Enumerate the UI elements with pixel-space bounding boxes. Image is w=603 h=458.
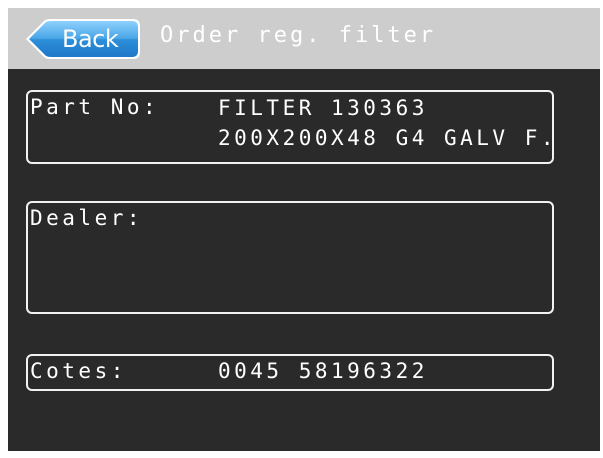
part-number-label: Part No: — [30, 95, 160, 119]
dealer-label: Dealer: — [30, 206, 144, 230]
back-button-label: Back — [62, 25, 119, 53]
dealer-field[interactable]: Dealer: — [26, 201, 554, 314]
part-number-value-line1: FILTER 130363 — [218, 96, 428, 120]
cotes-field: Cotes: 0045 58196322 — [26, 354, 554, 391]
cotes-label: Cotes: — [30, 359, 127, 383]
device-screen: Back Order reg. filter Part No: FILTER 1… — [8, 8, 600, 451]
header-bar: Back Order reg. filter — [8, 8, 600, 69]
cotes-value: 0045 58196322 — [218, 359, 428, 383]
page-title: Order reg. filter — [160, 23, 437, 48]
back-button[interactable]: Back — [24, 18, 141, 60]
part-number-value-line2: 200X200X48 G4 GALV F. — [218, 126, 558, 150]
part-number-field: Part No: FILTER 130363 200X200X48 G4 GAL… — [26, 90, 554, 164]
